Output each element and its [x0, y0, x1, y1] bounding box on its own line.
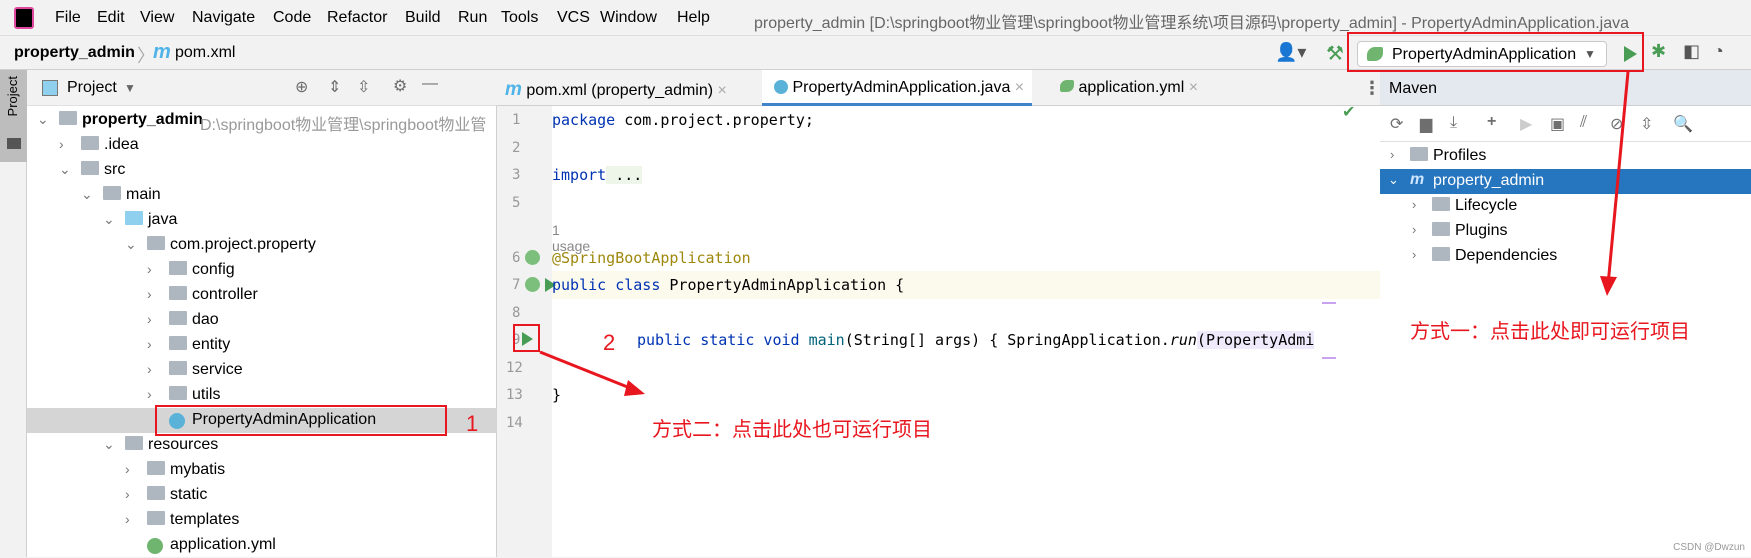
annotation-number-2: 2 [603, 330, 616, 355]
arrowhead-icon [624, 380, 645, 396]
annotation-arrows [539, 71, 1630, 396]
arrow-way1 [1606, 71, 1630, 286]
annotation-number-1: 1 [466, 411, 479, 436]
arrow-way2 [539, 350, 636, 392]
annotation-way1: 方式一：点击此处即可运行项目 [1410, 321, 1690, 343]
annotation-way2: 方式二：点击此处也可运行项目 [652, 419, 932, 441]
arrowhead-icon [1600, 276, 1617, 296]
